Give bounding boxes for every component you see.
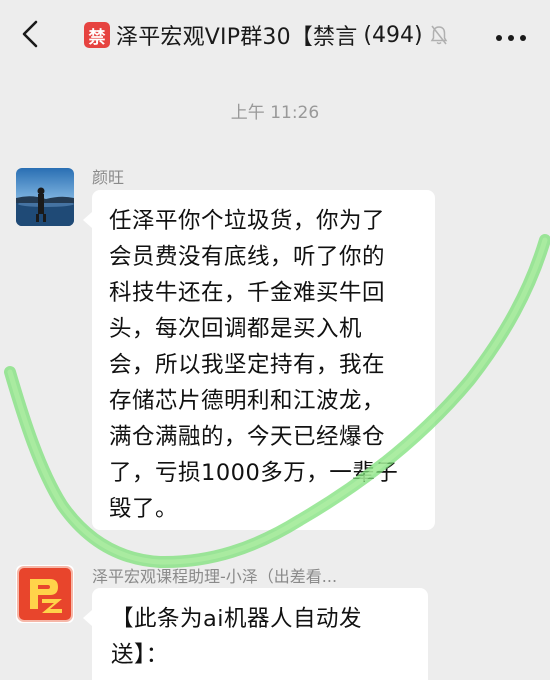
member-count: (494) bbox=[363, 22, 423, 48]
message-line: 满仓满融的，今天已经爆仓 bbox=[109, 424, 386, 450]
assistant-logo-icon bbox=[17, 566, 73, 622]
sender-name: 泽平宏观课程助理-小泽（出差看... bbox=[92, 567, 338, 586]
avatar[interactable] bbox=[16, 168, 74, 226]
message-bubble[interactable]: 任泽平你个垃圾货，你为了 会员费没有底线，听了你的 科技牛还在，千金难买牛回 头… bbox=[92, 190, 435, 530]
message-timestamp: 上午 11:26 bbox=[230, 103, 320, 123]
message-line: 会员费没有底线，听了你的 bbox=[109, 244, 386, 270]
message-line: 任泽平你个垃圾货，你为了 bbox=[109, 208, 386, 234]
message-line: 会，所以我坚定持有，我在 bbox=[109, 352, 386, 378]
message-text: 任泽平你个垃圾货，你为了 会员费没有底线，听了你的 科技牛还在，千金难买牛回 头… bbox=[92, 190, 435, 527]
mute-badge: 禁 bbox=[84, 22, 110, 48]
message-line: 【此条为ai机器人自动发 bbox=[111, 606, 363, 632]
more-dots-icon bbox=[496, 35, 526, 41]
group-name: 泽平宏观VIP群30【禁言 bbox=[116, 25, 358, 50]
bubble-tail bbox=[83, 610, 92, 626]
chevron-left-icon bbox=[22, 20, 38, 48]
avatar-lake-photo bbox=[16, 168, 74, 226]
sender-name: 颜旺 bbox=[92, 168, 125, 187]
back-button[interactable] bbox=[14, 16, 50, 52]
message-line: 头，每次回调都是买入机 bbox=[109, 316, 363, 342]
message-line: 科技牛还在，千金难买牛回 bbox=[109, 280, 386, 306]
chat-screen: 禁 泽平宏观VIP群30【禁言 (494) 上午 11:26 颜旺 任泽平你个垃… bbox=[0, 0, 550, 680]
message-text: 【此条为ai机器人自动发 送】： bbox=[92, 588, 428, 673]
message-line: 存储芯片德明利和江波龙， bbox=[109, 388, 386, 414]
more-button[interactable] bbox=[494, 29, 528, 41]
message-line: 送】： bbox=[111, 642, 169, 668]
chat-header: 禁 泽平宏观VIP群30【禁言 (494) bbox=[0, 0, 550, 70]
message-bubble[interactable]: 【此条为ai机器人自动发 送】： bbox=[92, 588, 428, 680]
bell-muted-icon bbox=[430, 25, 447, 45]
bubble-tail bbox=[83, 212, 92, 228]
message-line: 了，亏损1000多万，一辈子 bbox=[109, 460, 399, 486]
message-line: 毁了。 bbox=[109, 496, 179, 522]
avatar[interactable] bbox=[16, 565, 74, 623]
chat-title[interactable]: 禁 泽平宏观VIP群30【禁言 (494) bbox=[84, 18, 484, 52]
